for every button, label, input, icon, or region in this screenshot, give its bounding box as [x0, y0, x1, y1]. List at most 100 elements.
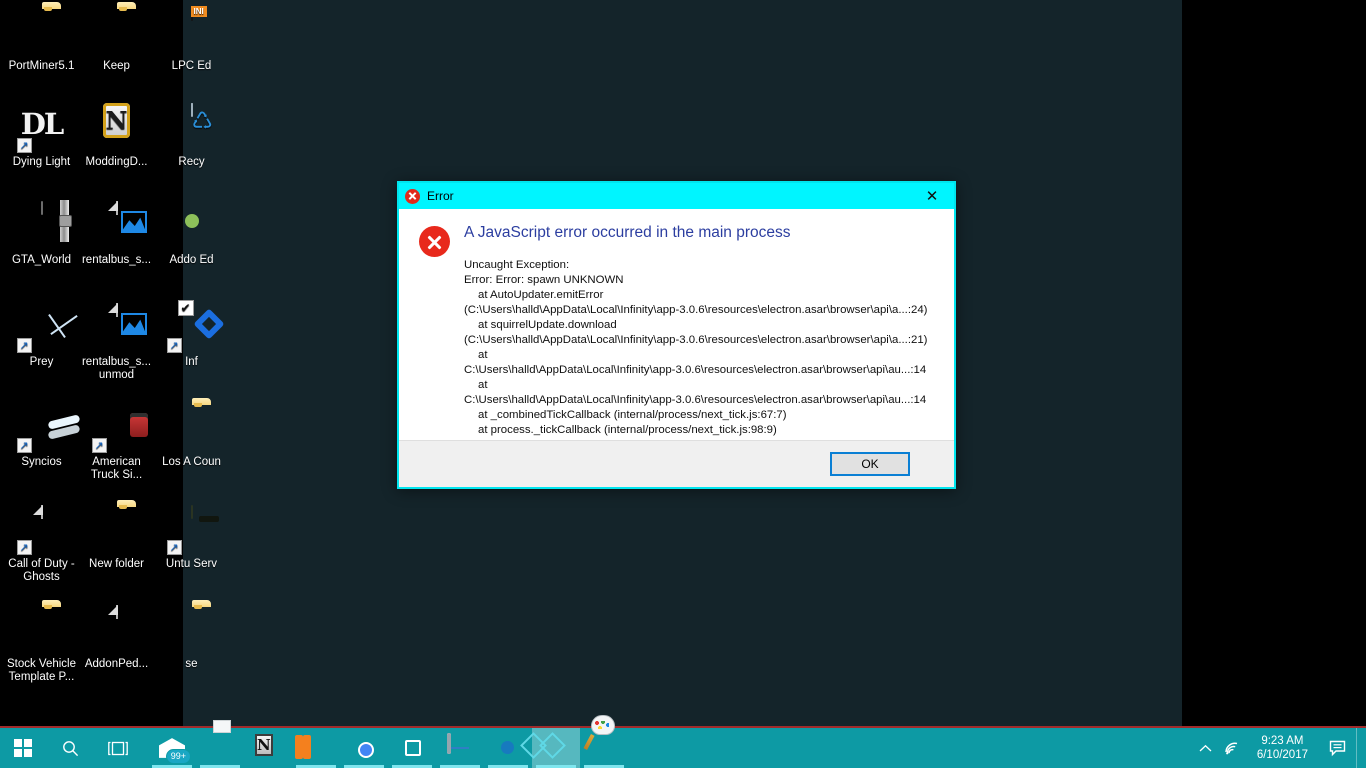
taskbar: 99+ N 9:23 AM 6/10/2017	[0, 721, 1366, 768]
taskbar-app-paint[interactable]	[580, 721, 628, 768]
close-icon[interactable]: ✕	[910, 183, 954, 209]
desktop-icon[interactable]: INI LPC Ed	[154, 6, 229, 73]
folder-icon	[93, 8, 141, 56]
syncios-icon: ↗	[16, 404, 66, 453]
desktop-icon[interactable]: ↗ Prey	[4, 304, 79, 369]
start-button[interactable]	[0, 728, 46, 768]
taskbar-app-mail[interactable]: 99+	[148, 728, 196, 768]
dialog-body: A JavaScript error occurred in the main …	[399, 209, 954, 440]
wifi-icon[interactable]	[1219, 728, 1245, 768]
stack-line: Error: Error: spawn UNKNOWN	[464, 274, 624, 286]
desktop-icon[interactable]: rentalbus_s... unmod	[79, 303, 154, 382]
show-desktop-button[interactable]	[1356, 728, 1362, 768]
clock[interactable]: 9:23 AM 6/10/2017	[1245, 728, 1320, 768]
folder-icon	[207, 735, 233, 761]
desktop-icon-label: GTA_World	[11, 254, 71, 266]
dialog-stack-trace: Uncaught Exception: Error: Error: spawn U…	[464, 258, 942, 438]
taskbar-app-utorrent[interactable]	[292, 728, 340, 768]
modding-doc-icon: N	[93, 103, 141, 152]
desktop-icon[interactable]: N ModdingD...	[79, 103, 154, 169]
taskbar-app-file-explorer[interactable]	[196, 728, 244, 768]
firefox-icon	[495, 735, 521, 761]
dialog-titlebar[interactable]: Error ✕	[399, 183, 954, 209]
error-circle-icon	[405, 188, 420, 204]
stack-line: at	[478, 379, 488, 391]
desktop-icon[interactable]: ↗ Call of Duty - Ghosts	[4, 505, 79, 584]
stack-line: at squirrelUpdate.download	[478, 319, 617, 331]
desktop-icon[interactable]: se	[154, 606, 229, 671]
taskbar-app-google-chrome[interactable]	[340, 728, 388, 768]
desktop-icon-label: rentalbus_s... unmod	[81, 356, 152, 381]
desktop-icon-label: Inf	[185, 356, 198, 368]
desktop-icon[interactable]: Stock Vehicle Template P...	[4, 606, 79, 684]
desktop-icon[interactable]: New folder	[79, 506, 154, 571]
desktop-icon[interactable]: AddonPed...	[79, 605, 154, 671]
taskbar-app-nvidia-modding-tool[interactable]: N	[244, 728, 292, 768]
stack-line: at AutoUpdater.emitError	[478, 289, 604, 301]
desktop-icon-label: Keep	[103, 60, 130, 72]
desktop-icon[interactable]: PortMiner5.1	[4, 8, 79, 73]
desktop-icon[interactable]: Addo Ed	[154, 202, 229, 267]
search-icon[interactable]	[46, 728, 94, 768]
desktop-icon[interactable]: Recy	[154, 103, 229, 169]
desktop-screen: PortMiner5.1 Keep INI LPC Ed DL ↗ Dying Light N…	[0, 0, 1366, 768]
action-center-icon[interactable]	[1320, 728, 1356, 768]
desktop-icon-label: LPC Ed	[171, 60, 212, 72]
stack-line: Uncaught Exception:	[464, 259, 570, 271]
desktop-icon-label: Recy	[178, 156, 205, 168]
dialog-footer: OK	[399, 440, 954, 487]
shortcut-arrow-icon: ↗	[16, 338, 32, 353]
paint-palette-icon	[591, 721, 617, 761]
document-file-icon	[93, 605, 141, 654]
desktop-icon-label: Call of Duty - Ghosts	[8, 558, 75, 583]
folder-icon	[18, 8, 66, 56]
desktop-icon[interactable]: DL ↗ Dying Light	[4, 104, 79, 169]
ok-button[interactable]: OK	[830, 452, 910, 476]
image-file-icon	[93, 201, 147, 250]
desktop-icon[interactable]: ↗ American Truck Si...	[79, 404, 154, 482]
action-center-glyph	[1329, 740, 1345, 756]
desktop-icon-label: ModdingD...	[85, 156, 148, 168]
american-truck-simulator-icon: ↗	[91, 404, 141, 453]
desktop-icon[interactable]: Keep	[79, 8, 154, 73]
search-glyph	[62, 740, 78, 756]
desktop-icon-label: Los A Coun	[162, 456, 221, 468]
desktop-icon[interactable]: ✔ ↗ Inf	[154, 300, 229, 369]
task-view-icon[interactable]	[94, 728, 142, 768]
javascript-error-dialog: Error ✕ A JavaScript error occurred in t…	[397, 181, 956, 489]
desktop-icon[interactable]: ↗ Syncios	[4, 404, 79, 469]
taskbar-app-infinity[interactable]	[532, 728, 580, 768]
dialog-title: Error	[427, 189, 454, 203]
desktop-icon[interactable]: rentalbus_s...	[79, 201, 154, 267]
dialog-heading: A JavaScript error occurred in the main …	[464, 224, 791, 241]
winrar-archive-icon	[18, 201, 66, 250]
shortcut-arrow-icon: ↗	[16, 438, 32, 453]
folder-icon	[168, 404, 216, 452]
taskbar-app-twitch[interactable]	[388, 728, 436, 768]
prey-game-icon: ↗	[16, 304, 66, 353]
utorrent-icon	[303, 735, 329, 761]
addon-editor-icon	[168, 202, 216, 250]
desktop-icon[interactable]: ↗ Untu Serv	[154, 505, 229, 571]
desktop-icon-label: se	[185, 658, 198, 670]
desktop-icon-label: Stock Vehicle Template P...	[6, 658, 77, 683]
stack-line: (C:\Users\halld\AppData\Local\Infinity\a…	[464, 304, 928, 316]
windows-logo-icon	[14, 739, 32, 757]
twitch-icon	[399, 735, 425, 761]
desktop-icon-label: Addo Ed	[169, 254, 214, 266]
nv-icon: N	[255, 734, 273, 756]
desktop-icon[interactable]: Los A Coun	[154, 404, 229, 469]
stack-line: (C:\Users\halld\AppData\Local\Infinity\a…	[464, 334, 928, 346]
taskbar-app-list: 99+ N	[148, 721, 628, 768]
shortcut-arrow-icon: ↗	[91, 438, 107, 453]
chrome-icon	[351, 735, 377, 761]
document-file-icon: ↗	[16, 505, 66, 555]
system-tray: 9:23 AM 6/10/2017	[1193, 728, 1366, 768]
chevron-up-icon[interactable]	[1193, 728, 1219, 768]
stack-line: at	[478, 349, 488, 361]
desktop-icon-label: rentalbus_s...	[81, 254, 152, 266]
desktop-icon-label: AddonPed...	[84, 658, 149, 670]
stack-line: at _combinedTickCallback (internal/proce…	[478, 409, 787, 421]
taskbar-app-system-monitor[interactable]	[436, 728, 484, 768]
desktop-icon[interactable]: GTA_World	[4, 201, 79, 267]
